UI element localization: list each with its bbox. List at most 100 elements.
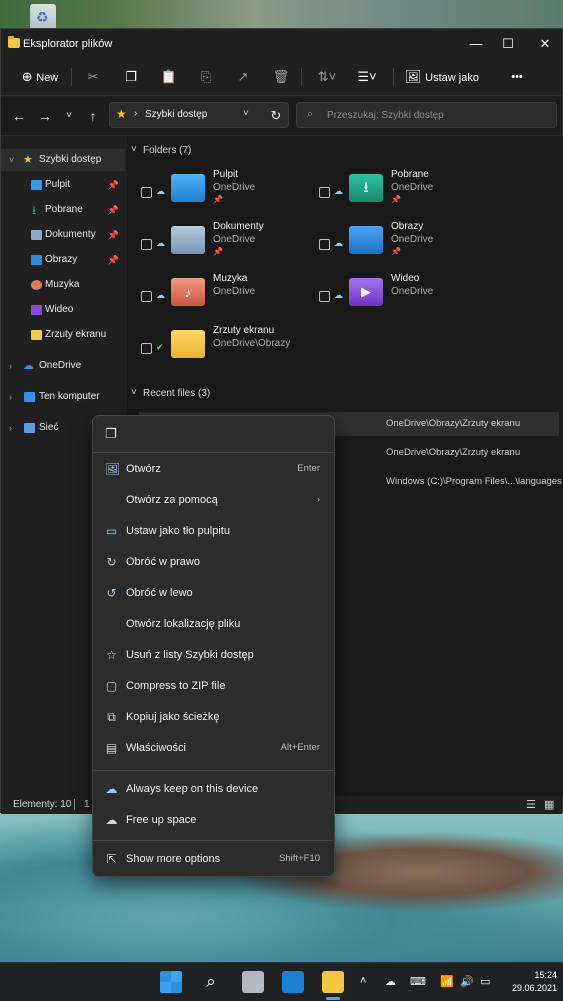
menu-item-properties[interactable]: ▤ Właściwości Alt+Enter — [97, 734, 330, 762]
menu-item-label: Właściwości — [126, 742, 186, 754]
menu-item-rotate-left[interactable]: ↺ Obróć w lewo — [97, 579, 330, 607]
recent-locations-chevron-icon[interactable]: ˅ — [59, 106, 79, 126]
sidebar-item-music[interactable]: Muzyka — [1, 274, 125, 296]
file-explorer-taskbar-icon[interactable] — [322, 971, 344, 993]
folder-tile-desktop[interactable]: ☁ Pulpit OneDrive 📌 — [141, 169, 321, 219]
computer-icon — [24, 392, 35, 402]
forward-arrow-icon[interactable]: → — [35, 106, 55, 126]
start-button-icon[interactable] — [160, 971, 182, 993]
clock[interactable]: 15:24 29.06.2021 — [512, 969, 557, 995]
sidebar-item-videos[interactable]: Wideo — [1, 299, 125, 321]
selection-checkbox[interactable] — [319, 291, 330, 302]
search-input[interactable]: ⌕ Przeszukaj: Szybki dostęp — [296, 102, 557, 128]
selection-checkbox[interactable] — [141, 239, 152, 250]
chevron-right-icon[interactable]: › — [9, 386, 12, 408]
folder-icon — [171, 330, 205, 358]
folders-section-header[interactable]: Folders (7) — [143, 145, 191, 156]
selection-checkbox[interactable] — [141, 343, 152, 354]
onedrive-cloud-icon[interactable]: ☁ — [385, 975, 396, 988]
folder-tile-downloads[interactable]: ☁ ⭳ Pobrane OneDrive 📌 — [319, 169, 499, 219]
menu-item-open-file-location[interactable]: Otwórz lokalizację pliku — [97, 610, 330, 638]
back-arrow-icon[interactable]: ← — [9, 106, 29, 126]
close-button[interactable]: ✕ — [528, 33, 562, 55]
menu-item-copy-as-path[interactable]: ⧉ Kopiuj jako ścieżkę — [97, 703, 330, 731]
music-folder-icon: ♪ — [171, 278, 205, 306]
menu-item-open-with[interactable]: Otwórz za pomocą › — [97, 486, 330, 514]
selection-checkbox[interactable] — [141, 291, 152, 302]
cut-icon[interactable]: ✂ — [83, 65, 103, 89]
chevron-right-icon[interactable]: › — [9, 355, 12, 377]
menu-item-always-keep[interactable]: ☁ Always keep on this device — [97, 775, 330, 803]
up-arrow-icon[interactable]: ↑ — [83, 106, 103, 126]
menu-item-label: Free up space — [126, 814, 197, 826]
menu-item-set-wallpaper[interactable]: ▭ Ustaw jako tło pulpitu — [97, 517, 330, 545]
pictures-folder-icon — [349, 226, 383, 254]
sidebar-item-screenshots[interactable]: Zrzuty ekranu — [1, 324, 125, 346]
sidebar-item-label: Obrazy — [45, 254, 78, 265]
menu-item-open[interactable]: 🖼 Otwórz Enter — [97, 455, 330, 483]
menu-item-label: Otwórz lokalizację pliku — [126, 618, 241, 630]
folder-tile-videos[interactable]: ☁ ▶ Wideo OneDrive — [319, 273, 499, 323]
more-options-button[interactable]: ••• — [504, 65, 530, 89]
folder-tile-screenshots[interactable]: ✔ Zrzuty ekranu OneDrive\Obrazy — [141, 325, 321, 375]
sidebar-item-desktop[interactable]: Pulpit 📌 — [1, 174, 125, 196]
menu-item-show-more-options[interactable]: ⇱ Show more options Shift+F10 — [97, 845, 330, 873]
set-wallpaper-button[interactable]: 🖼 Ustaw jako tło — [405, 65, 491, 109]
menu-item-rotate-right[interactable]: ↻ Obróć w prawo — [97, 548, 330, 576]
clock-date: 29.06.2021 — [511, 983, 557, 993]
chevron-down-icon[interactable]: ˅ — [131, 144, 137, 155]
refresh-icon[interactable]: ↻ — [266, 106, 286, 126]
details-view-icon[interactable]: ☰ — [526, 798, 536, 811]
battery-icon[interactable]: ▭ — [480, 975, 490, 988]
sidebar-item-pictures[interactable]: Obrazy 📌 — [1, 249, 125, 271]
address-dropdown-chevron-icon[interactable]: ˅ — [243, 108, 249, 119]
sort-icon[interactable]: ⇅˅ — [313, 65, 341, 89]
view-icon[interactable]: ☰˅ — [353, 65, 381, 89]
delete-icon[interactable]: 🗑 — [271, 65, 291, 89]
selection-checkbox[interactable] — [141, 187, 152, 198]
recent-file-path: OneDrive\Obrazy\Zrzuty ekranu — [386, 418, 521, 429]
chevron-down-icon[interactable]: ˅ — [9, 149, 14, 171]
selection-checkbox[interactable] — [319, 239, 330, 250]
minimize-button[interactable]: — — [459, 33, 493, 55]
sidebar-item-documents[interactable]: Dokumenty 📌 — [1, 224, 125, 246]
search-icon[interactable]: ⌕ — [200, 971, 222, 993]
copy-icon[interactable]: ❐ — [105, 426, 117, 442]
tiles-view-icon[interactable]: ▦ — [544, 798, 554, 811]
keyboard-icon[interactable]: ⌨ — [410, 975, 426, 988]
menu-item-unpin-quick-access[interactable]: ☆ Usuń z listy Szybki dostęp — [97, 641, 330, 669]
task-view-icon[interactable] — [242, 971, 264, 993]
wifi-icon[interactable]: 📶 — [440, 975, 454, 988]
menu-item-free-up-space[interactable]: ☁ Free up space — [97, 806, 330, 834]
volume-icon[interactable]: 🔊 — [460, 975, 474, 988]
menu-item-label: Usuń z listy Szybki dostęp — [126, 649, 254, 661]
sidebar-item-onedrive[interactable]: › ☁ OneDrive — [1, 355, 125, 377]
rename-icon[interactable]: ⎘ — [196, 65, 216, 89]
recent-files-section-header[interactable]: Recent files (3) — [143, 388, 210, 399]
pictures-folder-icon — [31, 255, 42, 265]
sidebar-item-quick-access[interactable]: ˅ ★ Szybki dostęp — [1, 149, 125, 171]
folder-tile-documents[interactable]: ☁ Dokumenty OneDrive 📌 — [141, 221, 321, 271]
chevron-right-icon[interactable]: › — [9, 417, 12, 439]
menu-item-compress-zip[interactable]: ▢ Compress to ZIP file — [97, 672, 330, 700]
show-hidden-icons-chevron-icon[interactable]: ˄ — [360, 975, 366, 987]
new-button[interactable]: ⊕ New — [15, 65, 65, 89]
sidebar-item-this-pc[interactable]: › Ten komputer — [1, 386, 125, 408]
window-title: Eksplorator plików — [23, 38, 113, 50]
folder-tile-music[interactable]: ☁ ♪ Muzyka OneDrive — [141, 273, 321, 323]
address-bar[interactable]: ★ › Szybki dostęp ˅ — [109, 102, 289, 128]
chevron-down-icon[interactable]: ˅ — [131, 387, 137, 398]
selection-checkbox[interactable] — [319, 187, 330, 198]
widgets-icon[interactable] — [282, 971, 304, 993]
maximize-button[interactable]: ☐ — [491, 33, 525, 55]
context-menu: ❐ 🖼 Otwórz Enter Otwórz za pomocą › ▭ Us… — [92, 415, 335, 877]
breadcrumb-current[interactable]: Szybki dostęp — [145, 109, 207, 120]
paste-icon[interactable]: 📋 — [159, 65, 179, 89]
network-icon — [24, 423, 35, 433]
folder-tile-pictures[interactable]: ☁ Obrazy OneDrive 📌 — [319, 221, 499, 271]
copy-icon[interactable]: ❐ — [121, 65, 141, 89]
share-icon[interactable]: ↗ — [233, 65, 253, 89]
sidebar-item-downloads[interactable]: ⭳ Pobrane 📌 — [1, 199, 125, 221]
new-button-label: New — [36, 72, 59, 84]
sidebar-item-label: Muzyka — [45, 279, 80, 290]
